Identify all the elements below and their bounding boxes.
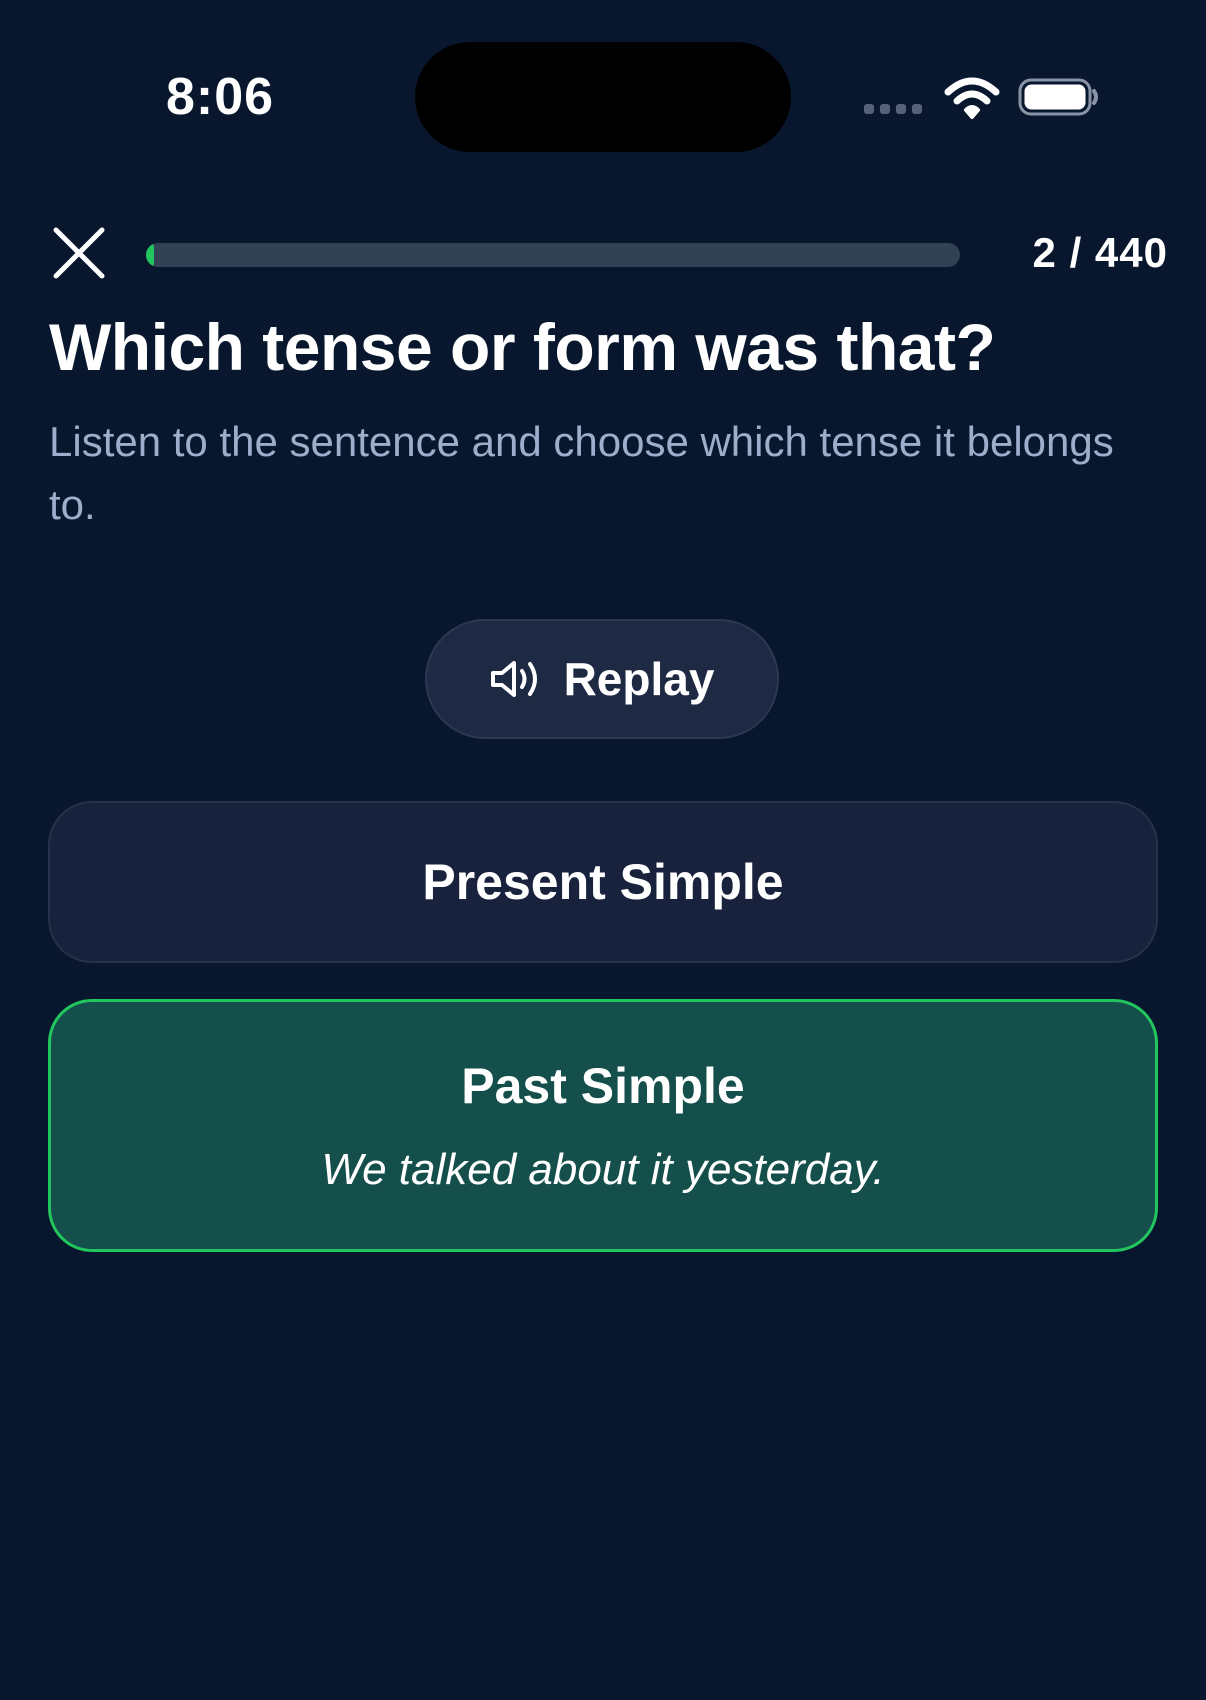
battery-icon xyxy=(1018,78,1098,116)
progress-bar xyxy=(146,243,960,267)
close-button[interactable] xyxy=(52,226,106,280)
signal-icon xyxy=(864,104,924,116)
question-counter: 2 / 440 xyxy=(1032,229,1168,276)
dynamic-island xyxy=(415,42,791,152)
question-title: Which tense or form was that? xyxy=(49,310,996,384)
option-label: Present Simple xyxy=(422,854,784,910)
option-example-sentence: We talked about it yesterday. xyxy=(321,1144,885,1194)
close-icon xyxy=(53,227,105,279)
status-time: 8:06 xyxy=(166,68,275,126)
wifi-icon xyxy=(944,77,1000,119)
option-present-simple[interactable]: Present Simple xyxy=(48,801,1158,963)
speaker-icon xyxy=(490,661,537,697)
question-subtitle: Listen to the sentence and choose which … xyxy=(49,418,1114,528)
option-past-simple[interactable]: Past Simple We talked about it yesterday… xyxy=(48,999,1158,1252)
option-label: Past Simple xyxy=(461,1057,745,1114)
progress-bar-fill xyxy=(146,243,154,267)
replay-button[interactable]: Replay xyxy=(425,619,779,739)
replay-label: Replay xyxy=(563,653,715,705)
